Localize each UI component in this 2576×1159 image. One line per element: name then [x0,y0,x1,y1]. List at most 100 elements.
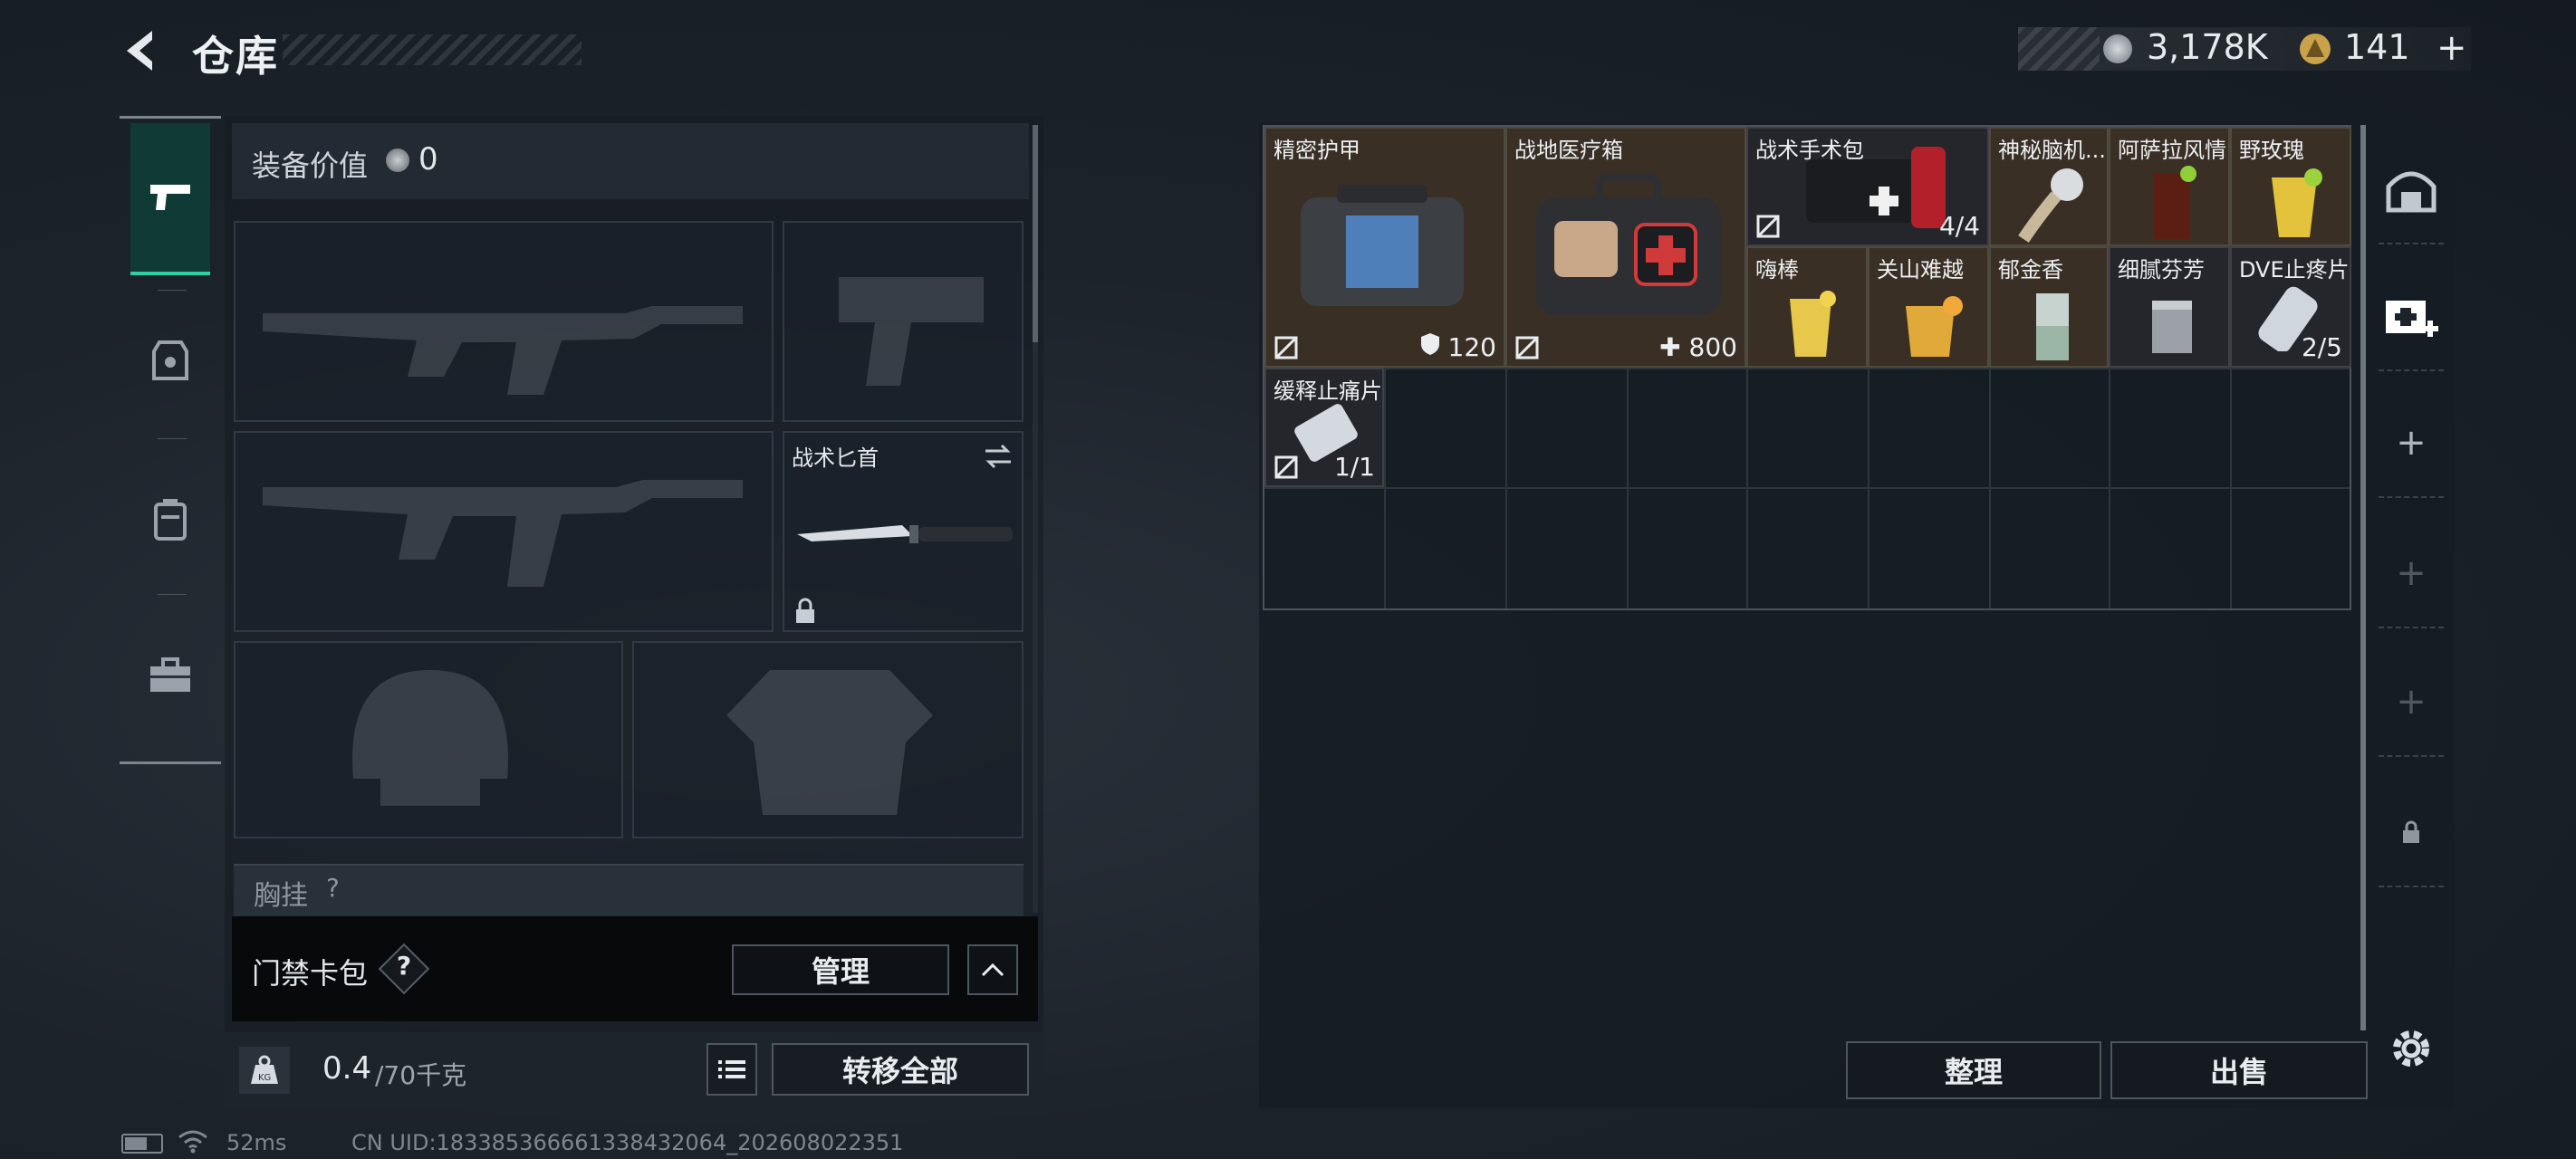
item-name: 阿萨拉风情 [2118,138,2226,163]
knife-slot[interactable]: 战术匕首 [783,431,1024,632]
item-tulip[interactable]: 郁金香 [1989,246,2109,368]
item-sustained-painkiller[interactable]: 缓释止痛片 1/1 [1264,368,1384,487]
tab-backpack[interactable] [130,478,210,561]
durability-value: 120 [1420,332,1496,362]
nav-divider [158,594,187,595]
item-tactical-surgery-kit[interactable]: 战术手术包 4/4 [1746,127,1989,246]
rail-add-slot[interactable]: + [2379,648,2444,757]
list-icon [718,1060,745,1078]
weight-icon: KG [239,1047,290,1094]
warehouse-icon [2386,171,2437,213]
equipment-value: 0 [418,141,438,177]
item-highball[interactable]: 嗨棒 [1746,246,1868,368]
rail-tab-storage[interactable] [2379,136,2444,244]
chest-rig-label: 胸挂 [254,880,308,912]
body-armor-slot[interactable] [632,641,1024,838]
nav-divider [158,438,187,439]
helmet-icon [352,670,508,806]
item-name: 关山难越 [1877,257,1964,283]
settings-button[interactable] [2386,1023,2437,1074]
heal-value: ✚ 800 [1659,332,1737,362]
drink-icon [2036,293,2069,360]
transfer-all-button[interactable]: 转移全部 [772,1043,1029,1096]
no-insure-icon [1756,215,1780,238]
item-name: 精密护甲 [1274,138,1360,163]
back-button[interactable] [120,27,163,74]
current-weight: 0.4 [322,1050,372,1087]
rail-locked-slot[interactable] [2379,779,2444,887]
tab-toolbox[interactable] [130,634,210,717]
rail-add-slot[interactable]: + [2379,520,2444,628]
medkit-icon [1536,174,1721,315]
secondary-weapon-slot[interactable] [234,431,774,632]
lock-icon [2403,820,2419,843]
backpack-icon [154,499,187,541]
coin-icon [2103,34,2132,63]
cocktail-icon [1906,296,1963,357]
armor-icon [152,340,188,380]
item-name: 战地医疗箱 [1514,138,1623,163]
item-precision-armor[interactable]: 精密护甲 120 [1264,127,1505,368]
grid-line [1264,487,2350,489]
grid-line [1264,368,2350,369]
uses-value: 4/4 [1938,211,1980,241]
item-wild-rose[interactable]: 野玫瑰 [2230,127,2351,246]
item-field-medkit[interactable]: 战地医疗箱 ✚ 800 [1505,127,1746,368]
device-icon [2018,168,2083,243]
collapse-button[interactable] [967,944,1018,995]
gear-icon [2393,1030,2429,1067]
primary-weapon-slot[interactable] [234,221,774,422]
chevron-up-icon [981,963,1004,977]
network-latency: 52ms [226,1130,287,1155]
ticket-icon [2299,33,2331,65]
item-asala-style[interactable]: 阿萨拉风情 [2109,127,2230,246]
medical-bag-icon [2386,301,2438,337]
rail-add-slot[interactable]: + [2379,389,2444,498]
svg-text:KG: KG [258,1073,271,1083]
helmet-slot[interactable] [234,641,623,838]
list-view-button[interactable] [706,1043,757,1096]
chest-rig-row[interactable] [234,864,1024,918]
tab-armor[interactable] [130,319,210,402]
wifi-icon [178,1128,208,1154]
toolbox-icon [150,657,190,692]
cocktail-icon [2272,168,2322,237]
knife-slot-label: 战术匕首 [792,445,879,471]
pistol-slot[interactable] [783,221,1024,422]
item-mystery-brain-machine[interactable]: 神秘脑机... [1989,127,2109,246]
storage-scrollbar[interactable] [2360,125,2366,1030]
sell-button[interactable]: 出售 [2110,1041,2368,1099]
shield-icon [1420,333,1439,355]
user-uid: CN UID:183385366661338432064_20260802235… [351,1130,904,1155]
vest-icon [726,670,933,815]
item-delicate-fragrance[interactable]: 细腻芬芳 [2109,246,2230,368]
coin-balance: 3,178K [2147,27,2268,67]
card-pack-help: ? [396,951,412,981]
surgery-kit-icon [1806,147,1946,228]
item-name: 嗨棒 [1755,257,1799,283]
item-name: 野玫瑰 [2239,138,2304,163]
glass-icon [2152,301,2192,353]
item-dve-painkiller[interactable]: DVE止疼片 2/5 [2230,246,2351,368]
back-arrow-icon [127,31,152,71]
add-ticket-button[interactable]: + [2437,27,2467,69]
equipment-value-label: 装备价值 [252,148,369,183]
item-guanshan-nanyue[interactable]: 关山难越 [1868,246,1989,368]
sort-button[interactable]: 整理 [1846,1041,2101,1099]
equipment-scroll-thumb[interactable] [1033,125,1038,342]
manage-button[interactable]: 管理 [732,944,949,995]
tab-weapons[interactable] [130,123,210,275]
rail-tab-medical[interactable] [2379,263,2444,371]
chest-rig-hint: ? [326,873,340,903]
ticket-balance: 141 [2344,27,2410,67]
page-title: 仓库 [192,32,279,81]
cocktail-icon [1790,291,1836,357]
currency-decoration [2018,27,2100,71]
lock-icon [796,598,814,623]
no-insure-icon [1274,336,1298,359]
armor-icon [1301,185,1464,306]
uses-value: 1/1 [1333,452,1375,482]
swap-icon[interactable] [982,442,1014,471]
no-insure-icon [1274,455,1298,479]
pistol-icon [150,185,190,210]
